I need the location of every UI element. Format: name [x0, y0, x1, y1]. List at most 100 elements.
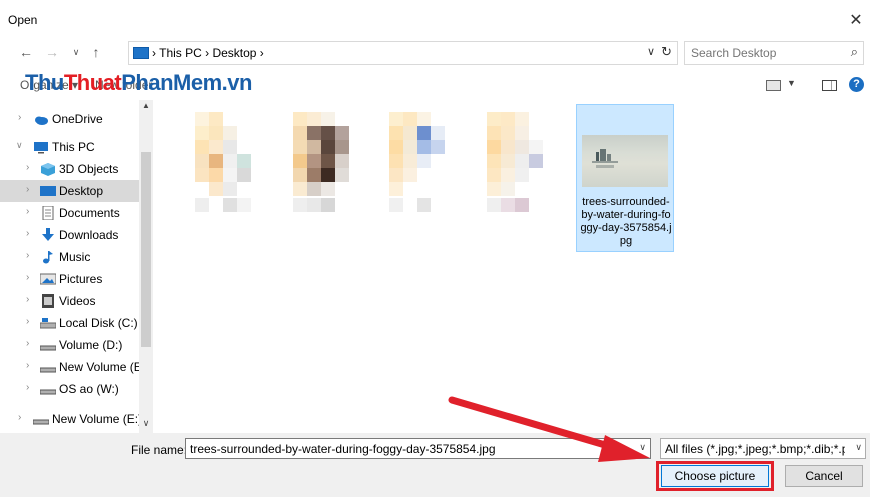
nav-item-downloads[interactable]: › Downloads — [0, 224, 150, 246]
collapse-chevron-icon[interactable]: ∨ — [16, 140, 23, 151]
window-title: Open — [8, 13, 38, 27]
forward-arrow-icon[interactable]: → — [44, 44, 60, 60]
file-thumbnail[interactable] — [275, 106, 355, 216]
scroll-down-icon[interactable]: ∨ — [140, 418, 152, 429]
expand-chevron-icon[interactable]: › — [26, 184, 29, 195]
expand-chevron-icon[interactable]: › — [26, 338, 29, 349]
expand-chevron-icon[interactable]: › — [26, 272, 29, 283]
nav-item-new-volume-e-network[interactable]: › New Volume (E:) — [0, 408, 150, 430]
watermark-part: Phan — [121, 70, 174, 95]
computer-icon — [33, 140, 49, 154]
nav-item-pictures[interactable]: › Pictures — [0, 268, 150, 290]
navigation-pane[interactable]: › OneDrive ∨ This PC › 3D Objects › Desk… — [0, 100, 153, 433]
nav-item-volume-d[interactable]: › Volume (D:) — [0, 334, 150, 356]
view-options-chevron-icon[interactable]: ▼ — [787, 78, 796, 88]
expand-chevron-icon[interactable]: › — [26, 228, 29, 239]
file-thumbnail[interactable] — [371, 106, 451, 216]
file-type-dropdown-icon[interactable]: ∨ — [855, 442, 862, 453]
recent-locations-chevron-icon[interactable]: ∨ — [68, 47, 84, 58]
search-box[interactable]: ⌕ — [684, 41, 864, 65]
expand-chevron-icon[interactable]: › — [18, 412, 21, 423]
change-view-icon[interactable] — [766, 80, 781, 91]
file-name-label: File name: — [131, 443, 188, 457]
file-thumbnail[interactable] — [177, 106, 257, 216]
nav-item-this-pc[interactable]: ∨ This PC — [0, 136, 150, 158]
address-bar[interactable]: › This PC › Desktop › ∨ ↻ — [128, 41, 678, 65]
drive-icon — [32, 412, 50, 426]
videos-icon — [40, 294, 56, 308]
pictures-icon — [39, 272, 57, 286]
nav-item-desktop[interactable]: › Desktop — [0, 180, 150, 202]
downloads-icon — [40, 228, 56, 242]
watermark-part: Mem — [173, 70, 222, 95]
foggy-trees-thumbnail — [582, 135, 668, 187]
expand-chevron-icon[interactable]: › — [26, 360, 29, 371]
search-input[interactable] — [691, 45, 841, 61]
file-type-select[interactable]: All files (*.jpg;*.jpeg;*.bmp;*.dib;*.pn… — [660, 438, 866, 459]
file-type-value: All files (*.jpg;*.jpeg;*.bmp;*.dib;*.pn… — [665, 442, 845, 456]
nav-item-label: This PC — [52, 140, 95, 154]
drive-icon — [39, 360, 57, 374]
onedrive-icon — [33, 112, 49, 126]
nav-item-os-ao-w[interactable]: › OS ao (W:) — [0, 378, 150, 400]
nav-item-label: Local Disk (C:) — [59, 316, 138, 330]
nav-item-label: OneDrive — [52, 112, 103, 126]
watermark-part: .vn — [221, 70, 253, 95]
up-arrow-icon[interactable]: ↑ — [88, 44, 104, 60]
address-dropdown-icon[interactable]: ∨ — [647, 45, 655, 58]
expand-chevron-icon[interactable]: › — [26, 250, 29, 261]
this-pc-icon — [133, 47, 149, 59]
preview-pane-icon[interactable] — [822, 80, 837, 91]
scroll-up-icon[interactable]: ▲ — [140, 101, 152, 110]
local-disk-icon — [39, 316, 57, 330]
file-name-dropdown-icon[interactable]: ∨ — [639, 442, 646, 453]
help-icon[interactable]: ? — [849, 77, 864, 92]
nav-item-videos[interactable]: › Videos — [0, 290, 150, 312]
3d-objects-icon — [40, 162, 56, 176]
nav-item-onedrive[interactable]: › OneDrive — [0, 108, 150, 130]
desktop-icon — [40, 184, 56, 198]
nav-item-3d-objects[interactable]: › 3D Objects — [0, 158, 150, 180]
close-icon[interactable]: ✕ — [846, 10, 866, 30]
nav-item-label: Documents — [59, 206, 120, 220]
nav-item-local-disk-c[interactable]: › Local Disk (C:) — [0, 312, 150, 334]
file-name-input[interactable] — [190, 441, 630, 456]
expand-chevron-icon[interactable]: › — [18, 112, 21, 123]
expand-chevron-icon[interactable]: › — [26, 206, 29, 217]
drive-icon — [39, 382, 57, 396]
search-icon[interactable]: ⌕ — [851, 44, 858, 60]
file-list[interactable] — [155, 100, 870, 433]
nav-item-label: Pictures — [59, 272, 103, 286]
selected-file-item[interactable]: trees-surrounded-by-water-during-foggy-d… — [576, 104, 674, 252]
back-arrow-icon[interactable]: ← — [18, 44, 34, 60]
cancel-button[interactable]: Cancel — [785, 465, 863, 487]
music-icon — [40, 250, 56, 264]
watermark-logo: ThuThuatPhanMem.vn — [25, 70, 252, 96]
nav-item-label: OS ao (W:) — [59, 382, 119, 396]
nav-item-label: Volume (D:) — [59, 338, 123, 352]
choose-picture-button[interactable]: Choose picture — [661, 465, 769, 487]
watermark-part: Thuat — [63, 70, 122, 95]
expand-chevron-icon[interactable]: › — [26, 294, 29, 305]
nav-item-label: Desktop — [59, 184, 104, 198]
nav-item-label: Music — [59, 250, 91, 264]
nav-item-documents[interactable]: › Documents — [0, 202, 150, 224]
expand-chevron-icon[interactable]: › — [26, 382, 29, 393]
nav-item-label: Downloads — [59, 228, 119, 242]
breadcrumb[interactable]: › This PC › Desktop › — [152, 46, 264, 60]
watermark-part: Thu — [25, 70, 64, 95]
nav-item-label: 3D Objects — [59, 162, 119, 176]
drive-icon — [39, 338, 57, 352]
toolbar: Organize ▾ New folder ThuThuatPhanMem.vn — [0, 68, 870, 100]
file-name-field[interactable]: ∨ — [185, 438, 651, 459]
nav-item-label: New Volume (E:) — [59, 360, 150, 374]
expand-chevron-icon[interactable]: › — [26, 316, 29, 327]
documents-icon — [40, 205, 56, 221]
refresh-icon[interactable]: ↻ — [661, 44, 672, 60]
scrollbar-thumb[interactable] — [141, 152, 151, 347]
selected-file-name: trees-surrounded-by-water-during-foggy-d… — [580, 196, 672, 247]
file-thumbnail[interactable] — [469, 106, 549, 216]
expand-chevron-icon[interactable]: › — [26, 162, 29, 173]
nav-item-new-volume-e[interactable]: › New Volume (E:) — [0, 356, 150, 378]
nav-item-music[interactable]: › Music — [0, 246, 150, 268]
